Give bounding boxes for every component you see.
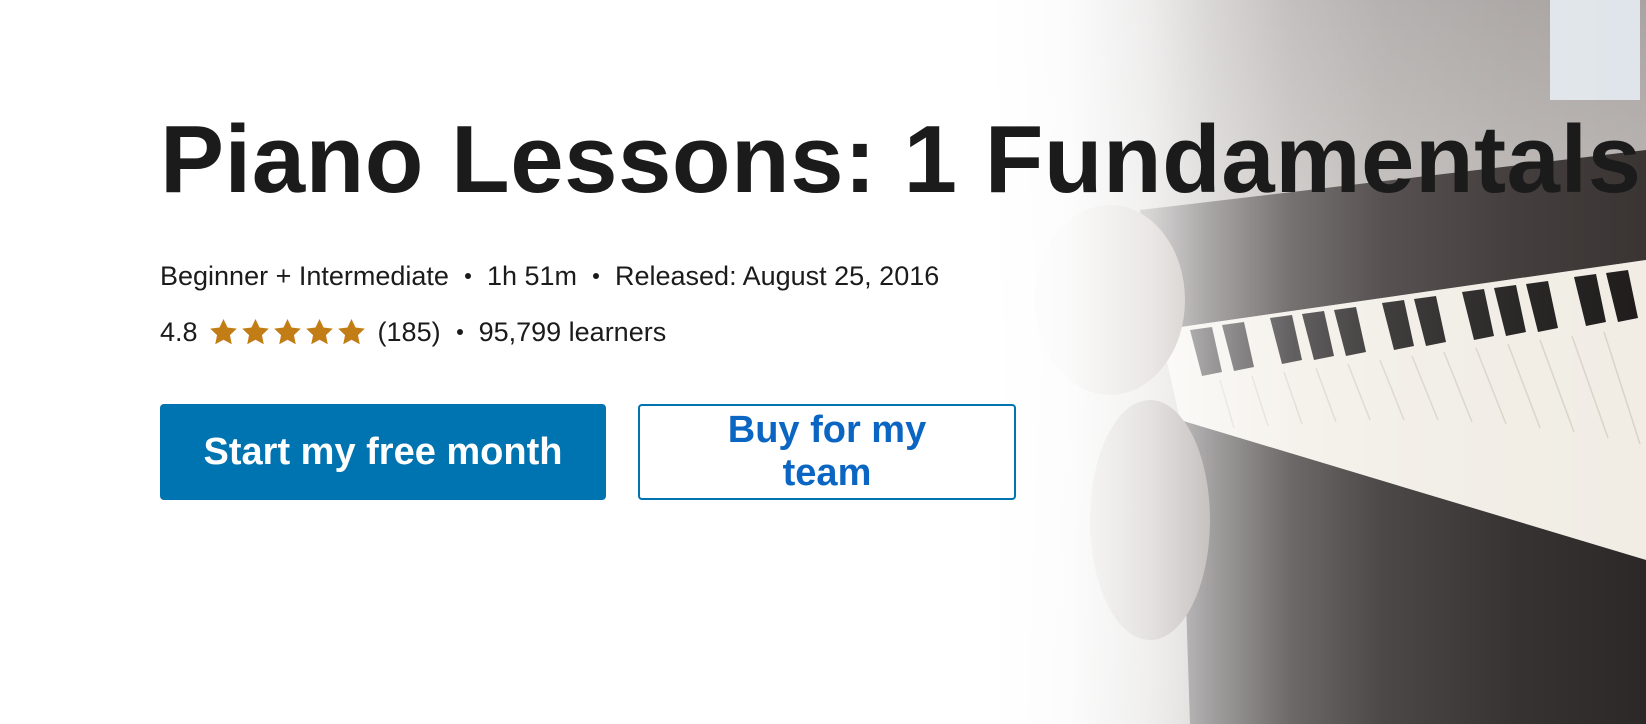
separator-dot (593, 273, 599, 279)
star-icon (208, 317, 239, 348)
star-icon (240, 317, 271, 348)
review-count: (185) (377, 316, 441, 347)
course-hero: Piano Lessons: 1 Fundamentals Beginner +… (0, 0, 1646, 724)
star-icon (272, 317, 303, 348)
star-icon (304, 317, 335, 348)
rating-value: 4.8 (160, 316, 198, 347)
separator-dot (464, 273, 471, 279)
course-title: Piano Lessons: 1 Fundamentals (160, 106, 1642, 213)
learner-count: 95,799 learners (478, 316, 667, 347)
start-free-month-button[interactable]: Start my free month (160, 404, 606, 500)
course-meta: Beginner + Intermediate 1h 51m Released:… (160, 258, 939, 294)
course-rating-row: 4.8 (185) 95,799 learners (160, 314, 666, 350)
course-actions: Start my free month Buy for my team (160, 404, 1016, 500)
star-icon (336, 317, 367, 348)
star-rating (208, 317, 368, 348)
course-release-date: Released: August 25, 2016 (615, 260, 940, 291)
separator-dot (456, 329, 463, 335)
course-duration: 1h 51m (486, 260, 577, 291)
course-level: Beginner + Intermediate (160, 260, 449, 291)
buy-for-team-button[interactable]: Buy for my team (638, 404, 1016, 500)
